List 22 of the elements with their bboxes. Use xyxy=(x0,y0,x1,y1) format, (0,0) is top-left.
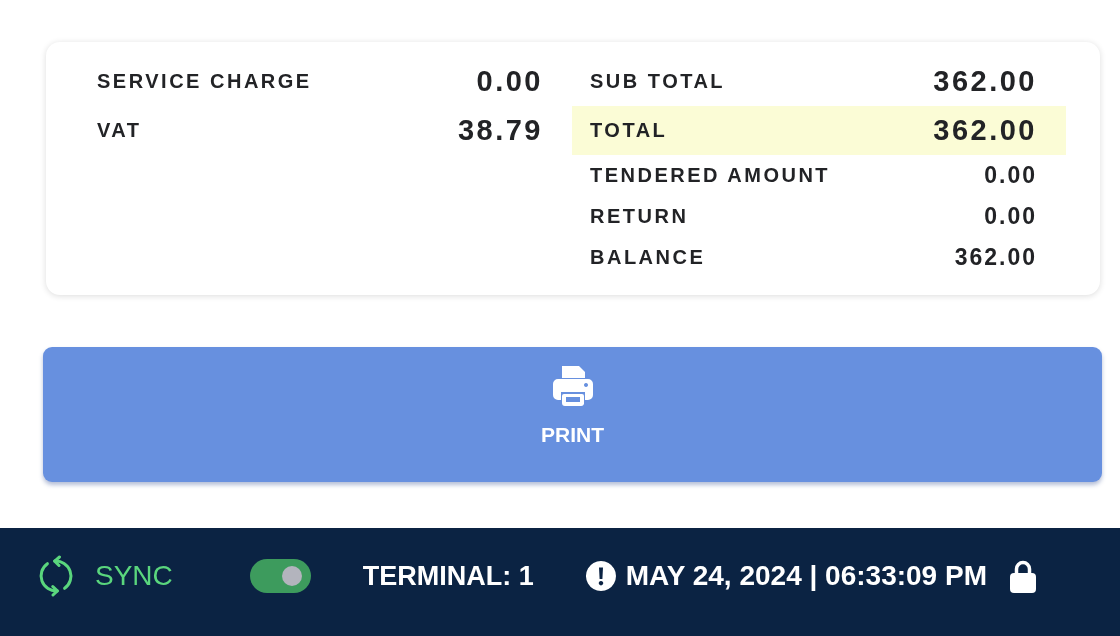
terminal-label: TERMINAL: 1 xyxy=(362,560,534,592)
print-button[interactable]: PRINT xyxy=(43,347,1102,482)
printer-icon xyxy=(551,365,594,407)
amount-label: SUB TOTAL xyxy=(590,70,726,93)
amount-value: 0.00 xyxy=(476,65,543,98)
amount-label: TOTAL xyxy=(590,119,668,142)
toggle-switch[interactable] xyxy=(249,559,311,593)
date-time: MAY 24, 2024 | 06:33:09 PM xyxy=(625,560,987,592)
amount-label: SERVICE CHARGE xyxy=(97,70,312,93)
amount-label: TENDERED AMOUNT xyxy=(590,164,831,187)
amount-value: 362.00 xyxy=(933,65,1037,98)
amount-label: VAT xyxy=(97,119,142,142)
amount-value: 362.00 xyxy=(954,244,1037,271)
lock-icon[interactable] xyxy=(1008,559,1037,593)
amount-value: 0.00 xyxy=(984,162,1037,189)
alert-icon xyxy=(585,561,616,591)
amount-value: 362.00 xyxy=(933,114,1037,147)
amount-label: BALANCE xyxy=(590,246,706,269)
amount-value: 38.79 xyxy=(457,114,543,147)
amount-label: RETURN xyxy=(590,205,689,228)
amount-value: 0.00 xyxy=(984,203,1037,230)
sync-label: SYNC xyxy=(95,560,173,592)
